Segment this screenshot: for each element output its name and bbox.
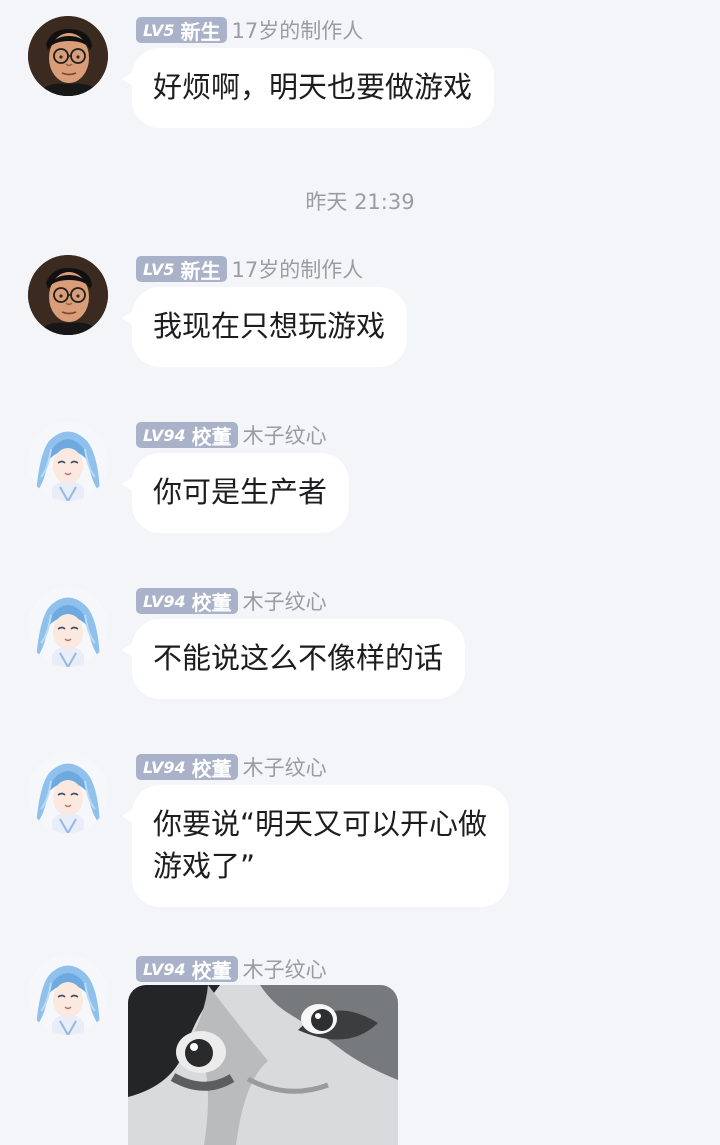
chat-message: LV94 校董 木子纹心	[0, 955, 720, 1145]
user-level-badge: LV94 校董	[136, 956, 238, 983]
chat-message: LV94 校董 木子纹心 你可是生产者	[0, 421, 720, 551]
chat-message: LV94 校董 木子纹心 你要说“明天又可以开心做 游戏了”	[0, 753, 720, 923]
message-meta: LV5 新生 17岁的制作人	[136, 16, 363, 44]
avatar[interactable]	[28, 16, 108, 96]
timestamp: 昨天 21:39	[305, 190, 415, 214]
message-bubble[interactable]: 你可是生产者	[121, 453, 350, 533]
avatar[interactable]	[28, 255, 108, 335]
message-bubble[interactable]: 好烦啊，明天也要做游戏	[121, 48, 495, 128]
chat-message: LV94 校董 木子纹心 不能说这么不像样的话	[0, 587, 720, 717]
cat-photo-icon	[128, 985, 398, 1145]
image-message[interactable]	[128, 985, 398, 1145]
sender-name[interactable]: 木子纹心	[243, 954, 327, 984]
avatar[interactable]	[28, 421, 108, 501]
sender-name[interactable]: 17岁的制作人	[232, 254, 364, 284]
chat-thread: LV5 新生 17岁的制作人 好烦啊，明天也要做游戏 昨天 21:39 LV5 …	[0, 0, 720, 1145]
sender-name[interactable]: 17岁的制作人	[232, 15, 364, 45]
sender-name[interactable]: 木子纹心	[243, 752, 327, 782]
user-level-badge: LV94 校董	[136, 754, 238, 781]
chat-message: LV5 新生 17岁的制作人 好烦啊，明天也要做游戏	[0, 16, 720, 146]
message-bubble[interactable]: 我现在只想玩游戏	[121, 287, 408, 367]
user-level-badge: LV5 新生	[136, 17, 227, 44]
user-level-badge: LV5 新生	[136, 256, 227, 283]
message-meta: LV94 校董 木子纹心	[136, 753, 327, 781]
avatar[interactable]	[28, 955, 108, 1035]
message-meta: LV94 校董 木子纹心	[136, 421, 327, 449]
user-level-badge: LV94 校董	[136, 422, 238, 449]
message-meta: LV94 校董 木子纹心	[136, 587, 327, 615]
sender-name[interactable]: 木子纹心	[243, 420, 327, 450]
message-bubble[interactable]: 不能说这么不像样的话	[121, 619, 466, 699]
avatar[interactable]	[28, 587, 108, 667]
chat-message: LV5 新生 17岁的制作人 我现在只想玩游戏	[0, 255, 720, 385]
message-bubble[interactable]: 你要说“明天又可以开心做 游戏了”	[121, 785, 510, 907]
sender-name[interactable]: 木子纹心	[243, 586, 327, 616]
message-meta: LV5 新生 17岁的制作人	[136, 255, 363, 283]
avatar[interactable]	[28, 753, 108, 833]
message-meta: LV94 校董 木子纹心	[136, 955, 327, 983]
user-level-badge: LV94 校董	[136, 588, 238, 615]
